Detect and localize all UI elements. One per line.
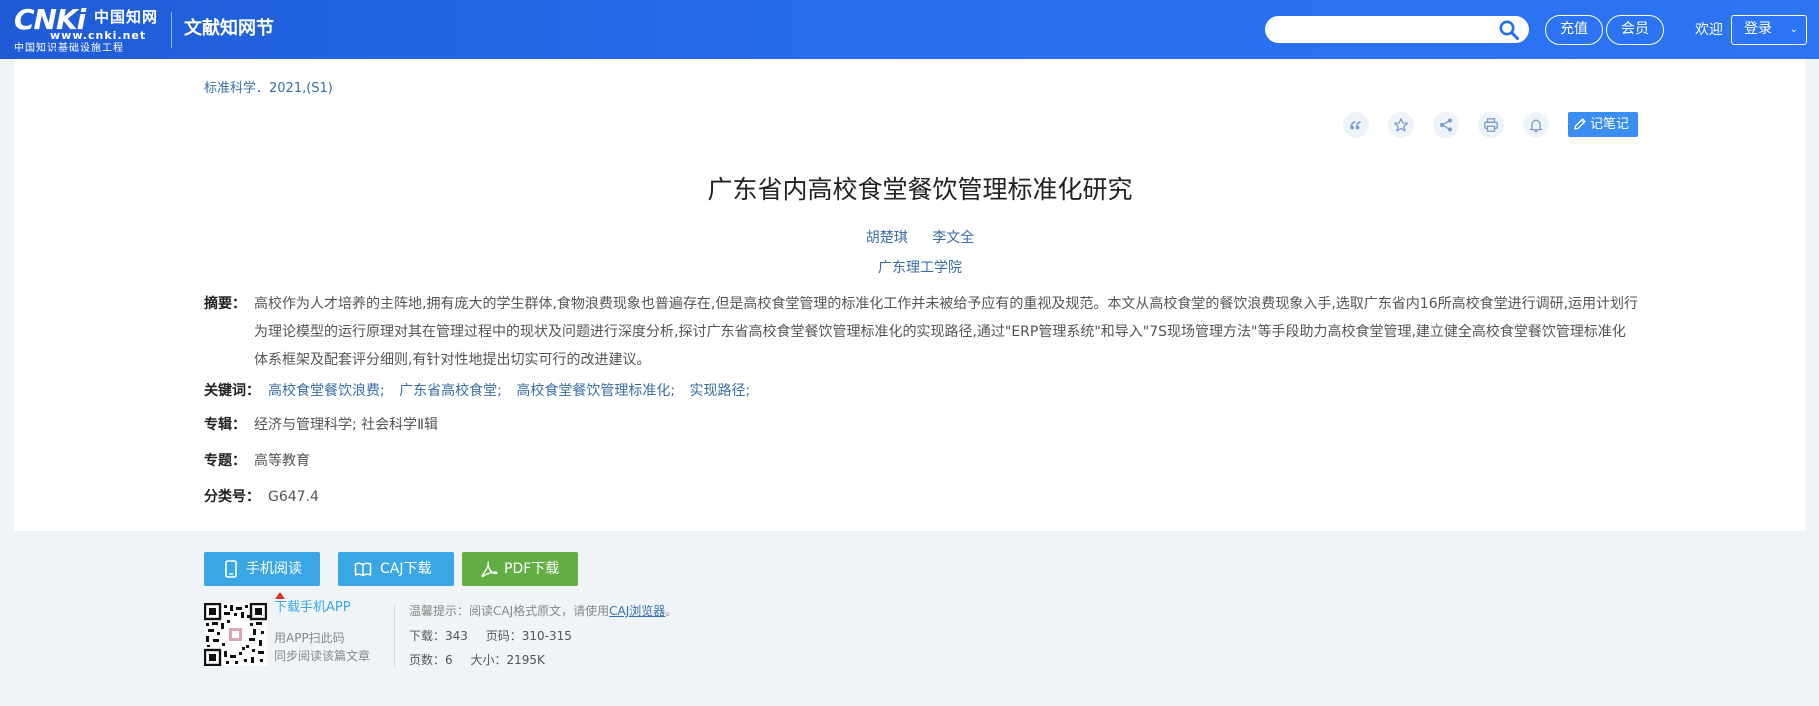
keyword-list: 高校食堂餐饮浪费; 广东省高校食堂; 高校食堂餐饮管理标准化; 实现路径; [268,381,760,401]
take-note-button[interactable]: 记笔记 [1568,112,1638,137]
chevron-down-icon: ⌄ [1789,24,1798,35]
topic-value: 高等教育 [254,453,310,469]
pdf-icon [481,561,498,578]
share-icon [1440,118,1452,132]
logo-url-text: www.cnki.net [50,29,147,42]
keyword-link[interactable]: 实现路径; [690,383,751,399]
site-name[interactable]: 文献知网节 [184,17,274,41]
app-sync-tip: 同步阅读该篇文章 [274,649,371,663]
login-button[interactable]: 登录 ⌄ [1731,15,1807,45]
caj-download-label: CAJ下载 [380,561,432,577]
caj-hint-text: 温馨提示：阅读CAJ格式原文，请使用 [409,604,610,618]
logo-sub-text: 中国知识基础设施工程 [14,43,124,54]
topic-label: 专题： [204,453,246,469]
bell-icon [1530,119,1542,133]
search-input[interactable] [1277,20,1487,39]
abstract-label: 摘要： [204,296,246,312]
cnki-logo[interactable]: CNKi 中国知网 www.cnki.net 中国知识基础设施工程 [14,5,160,55]
book-icon [354,562,372,577]
logo-cn-text: 中国知网 [94,8,159,26]
keyword-link[interactable]: 高校食堂餐饮浪费; [268,383,385,399]
phone-icon [225,560,237,578]
author-link[interactable]: 胡楚琪 [866,230,908,246]
arrow-up-icon [275,592,285,599]
page-margin-right [1805,59,1819,706]
caj-browser-link[interactable]: CAJ浏览器 [609,604,665,618]
keyword-link[interactable]: 广东省高校食堂; [399,383,502,399]
recharge-button[interactable]: 充值 [1545,15,1603,45]
mobile-read-label: 手机阅读 [246,561,302,577]
author-list: 胡楚琪 李文全 [204,228,1636,248]
pencil-icon [1574,118,1586,130]
take-note-label: 记笔记 [1590,117,1630,132]
class-number-label: 分类号： [204,489,260,505]
organization-link[interactable]: 广东理工学院 [204,258,1636,278]
top-bar: CNKi 中国知网 www.cnki.net 中国知识基础设施工程 文献知网节 … [0,0,1819,59]
abstract-text: 高校作为人才培养的主阵地,拥有庞大的学生群体,食物浪费现象也普遍存在,但是高校食… [254,296,1639,368]
album-label: 专辑： [204,417,246,433]
cite-button[interactable] [1343,112,1369,138]
caj-download-button[interactable]: CAJ下载 [338,552,454,586]
article-title: 广东省内高校食堂餐饮管理标准化研究 [707,175,1133,204]
search-box [1265,16,1529,43]
mobile-read-button[interactable]: 手机阅读 [204,552,320,586]
quote-icon [1350,121,1361,130]
album-value: 经济与管理科学; 社会科学Ⅱ辑 [254,417,439,433]
login-label: 登录 [1744,21,1772,37]
journal-source-link[interactable]: 标准科学．2021,(S1) [204,80,333,97]
author-link[interactable]: 李文全 [932,230,974,246]
page-count: 页数：6 [409,653,453,667]
app-scan-tip: 用APP扫此码 [274,631,345,645]
welcome-text: 欢迎 [1695,22,1723,38]
search-icon[interactable] [1498,19,1520,41]
download-stats: 下载：343 页码：310-315 [409,628,586,644]
download-divider [394,604,395,668]
printer-icon [1484,118,1498,132]
page-margin-left [0,59,14,706]
download-app-link[interactable]: 下载手机APP [274,599,351,617]
header-divider [171,12,172,48]
keywords-label: 关键词： [204,383,260,399]
file-size: 大小：2195K [470,653,545,667]
download-count: 下载：343 [409,629,468,643]
member-button[interactable]: 会员 [1606,15,1664,45]
caj-hint-suffix: 。 [665,604,678,618]
keyword-link[interactable]: 高校食堂餐饮管理标准化; [516,383,675,399]
class-number-value: G647.4 [268,489,319,505]
star-icon [1393,118,1409,132]
file-stats: 页数：6 大小：2195K [409,652,559,668]
caj-hint: 温馨提示：阅读CAJ格式原文，请使用CAJ浏览器。 [409,603,677,619]
print-button[interactable] [1478,112,1504,138]
alert-button[interactable] [1523,112,1549,138]
qr-code [204,603,267,666]
pdf-download-button[interactable]: PDF下载 [462,552,578,586]
share-button[interactable] [1433,112,1459,138]
pdf-download-label: PDF下载 [504,561,560,577]
page-range: 页码：310-315 [485,629,572,643]
favorite-button[interactable] [1388,112,1414,138]
